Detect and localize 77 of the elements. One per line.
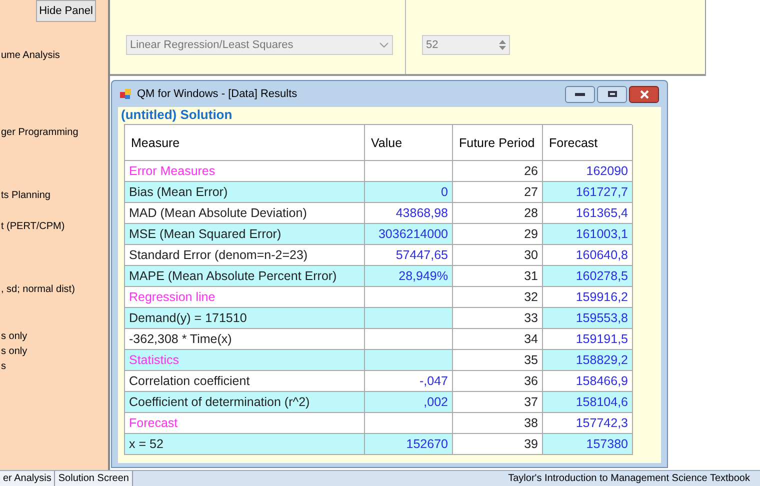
forecast-cell: 161003,1: [543, 224, 633, 245]
period-cell: 30: [453, 245, 543, 266]
forecast-cell: 161727,7: [543, 182, 633, 203]
measure-cell: Statistics: [125, 350, 365, 371]
period-cell: 33: [453, 308, 543, 329]
value-cell: ,002: [365, 392, 453, 413]
forecast-cell: 160640,8: [543, 245, 633, 266]
period-cell: 31: [453, 266, 543, 287]
measure-cell: Regression line: [125, 287, 365, 308]
period-cell: 36: [453, 371, 543, 392]
minimize-button[interactable]: [565, 86, 595, 102]
forecast-cell: 158104,6: [543, 392, 633, 413]
measure-cell: Demand(y) = 171510: [125, 308, 365, 329]
close-button[interactable]: [629, 86, 659, 102]
period-cell: 28: [453, 203, 543, 224]
forecast-cell: 161365,4: [543, 203, 633, 224]
measure-cell: MSE (Mean Squared Error): [125, 224, 365, 245]
forecast-cell: 160278,5: [543, 266, 633, 287]
measure-cell: Error Measures: [125, 161, 365, 182]
period-cell: 26: [453, 161, 543, 182]
forecast-cell: 158829,2: [543, 350, 633, 371]
measure-cell: x = 52: [125, 434, 365, 455]
measure-cell: Correlation coefficient: [125, 371, 365, 392]
period-spinner[interactable]: 52: [422, 35, 510, 55]
value-cell: 28,949%: [365, 266, 453, 287]
side-panel-item[interactable]: ts Planning: [0, 188, 108, 203]
forecast-cell: 157742,3: [543, 413, 633, 434]
period-cell: 38: [453, 413, 543, 434]
period-cell: 27: [453, 182, 543, 203]
spinner-arrows-icon: [499, 39, 506, 51]
forecast-cell: 162090: [543, 161, 633, 182]
maximize-button[interactable]: [597, 86, 627, 102]
bottom-tab[interactable]: Solution Screen: [55, 471, 133, 486]
measure-cell: Bias (Mean Error): [125, 182, 365, 203]
value-cell: -,047: [365, 371, 453, 392]
solution-title: (untitled) Solution: [121, 107, 234, 123]
period-cell: 35: [453, 350, 543, 371]
measure-cell: MAPE (Mean Absolute Percent Error): [125, 266, 365, 287]
bottom-tab[interactable]: er Analysis: [0, 471, 56, 486]
value-cell: 57447,65: [365, 245, 453, 266]
status-text: Taylor's Introduction to Management Science Textbook: [508, 472, 750, 485]
side-panel-item[interactable]: s only: [0, 329, 108, 344]
period-cell: 34: [453, 329, 543, 350]
method-dropdown[interactable]: Linear Regression/Least Squares: [126, 35, 393, 55]
measure-cell: Forecast: [125, 413, 365, 434]
measure-cell: -362,308 * Time(x): [125, 329, 365, 350]
period-cell: 37: [453, 392, 543, 413]
side-panel-item[interactable]: s: [0, 359, 108, 374]
forecast-cell: 157380: [543, 434, 633, 455]
period-cell: 32: [453, 287, 543, 308]
period-cell: 39: [453, 434, 543, 455]
measure-cell: MAD (Mean Absolute Deviation): [125, 203, 365, 224]
column-header: Future Period: [453, 125, 543, 161]
app-icon: [120, 88, 132, 100]
value-cell: 0: [365, 182, 453, 203]
side-panel-item[interactable]: ume Analysis: [0, 48, 108, 63]
column-header: Value: [365, 125, 453, 161]
period-cell: 29: [453, 224, 543, 245]
window-title: QM for Windows - [Data] Results: [137, 86, 298, 102]
measure-cell: Standard Error (denom=n-2=23): [125, 245, 365, 266]
forecast-cell: 158466,9: [543, 371, 633, 392]
side-panel-item[interactable]: ger Programming: [0, 125, 108, 140]
hide-panel-button[interactable]: Hide Panel: [36, 0, 96, 22]
column-header: Measure: [125, 125, 365, 161]
close-icon: [640, 90, 648, 98]
value-cell: 152670: [365, 434, 453, 455]
forecast-cell: 159553,8: [543, 308, 633, 329]
measure-cell: Coefficient of determination (r^2): [125, 392, 365, 413]
chevron-down-icon: [379, 42, 389, 48]
side-panel-item[interactable]: , sd; normal dist): [0, 282, 108, 297]
value-cell: 43868,98: [365, 203, 453, 224]
forecast-cell: 159916,2: [543, 287, 633, 308]
side-panel-item[interactable]: t (PERT/CPM): [0, 219, 108, 234]
forecast-cell: 159191,5: [543, 329, 633, 350]
value-cell: 3036214000: [365, 224, 453, 245]
column-header: Forecast: [543, 125, 633, 161]
side-panel-item[interactable]: s only: [0, 344, 108, 359]
